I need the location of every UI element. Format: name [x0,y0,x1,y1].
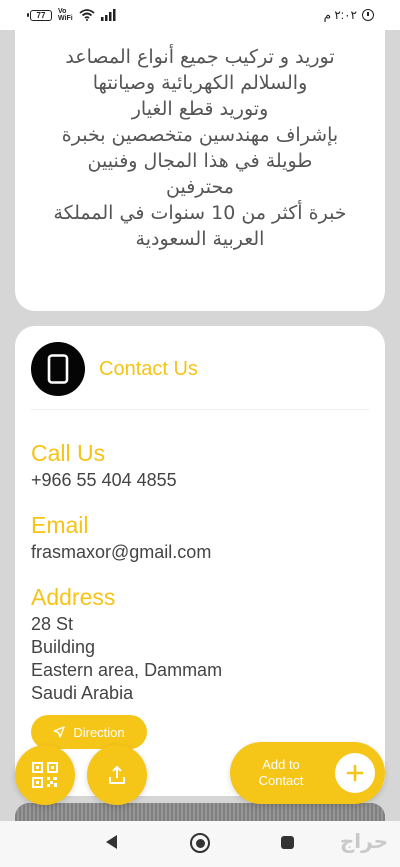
about-line: خبرة أكثر من 10 سنوات في المملكة [53,202,347,224]
about-line: توريد و تركيب جميع أنواع المصاعد [65,46,335,68]
home-icon[interactable] [190,833,210,853]
gallery-image [15,803,385,823]
add-contact-line2: Contact [258,773,304,788]
about-line: والسلالم الكهربائية وصيانتها [92,72,308,94]
about-line: العربية السعودية [135,228,265,250]
address-line: Eastern area, Dammam [31,660,223,680]
divider [31,409,369,410]
address-line: Building [31,637,96,657]
navigation-arrow-icon [53,726,66,738]
plus-icon [335,753,375,793]
signal-icon [100,9,116,21]
email-label: Email [31,512,89,538]
about-card: توريد و تركيب جميع أنواع المصاعد والسلال… [15,30,385,311]
status-bar: 77 Vo WiFi ٢:٠٢ م [0,0,400,30]
address-label: Address [31,584,116,610]
status-right: ٢:٠٢ م [324,8,374,22]
contact-title: Contact Us [99,357,198,380]
contact-card: Contact Us Call Us +966 55 404 4855 Emai… [15,326,385,796]
add-contact-line1: Add to [262,757,300,772]
clock-text: ٢:٠٢ م [323,8,357,22]
wifi-icon [79,9,95,21]
about-line: بإشراف مهندسين متخصصين بخبرة [61,124,339,146]
watermark: حراج [339,831,388,853]
back-icon[interactable] [106,835,117,849]
contact-header: Contact Us [31,342,198,396]
smartphone-icon [31,342,85,396]
share-button[interactable] [87,745,147,805]
qr-code-icon [32,762,58,788]
vowifi-bottom: WiFi [58,15,73,22]
vowifi-top: Vo [58,8,67,15]
vowifi-indicator: Vo WiFi [58,8,73,22]
call-label: Call Us [31,440,106,466]
add-contact-label: Add to Contact [250,757,312,789]
battery-icon: 77 [27,9,52,21]
direction-button[interactable]: Direction [31,715,147,749]
add-to-contact-button[interactable]: Add to Contact [230,742,385,804]
address-line: Saudi Arabia [31,683,134,703]
address-line: 28 St [31,614,74,634]
about-line: محترفين [166,176,234,198]
about-line: طويلة في هذا المجال وفنيين [87,150,313,172]
alarm-icon [362,9,374,21]
gallery-card-partial [15,803,385,823]
email-address[interactable]: frasmaxor@gmail.com [31,541,211,564]
battery-level: 77 [36,10,46,20]
qr-code-button[interactable] [15,745,75,805]
phone-number[interactable]: +966 55 404 4855 [31,469,177,492]
recent-apps-icon[interactable] [281,836,294,849]
status-left: 77 Vo WiFi [27,8,117,22]
direction-label: Direction [73,724,125,740]
system-nav-bar: حراج [0,821,400,867]
about-line: وتوريد قطع الغيار [131,98,269,120]
share-icon [109,766,125,784]
